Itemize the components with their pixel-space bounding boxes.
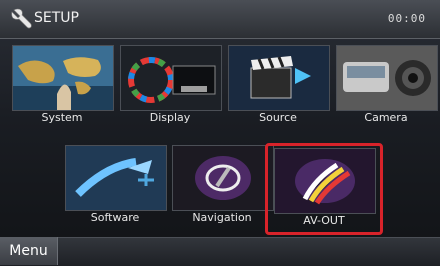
globe-icon <box>13 46 113 110</box>
color-wheel-icon <box>121 46 221 110</box>
source-label: Source <box>259 111 297 124</box>
title-bar: SETUP 00:00 <box>0 0 440 39</box>
navigation-tile[interactable]: Navigation <box>172 145 274 227</box>
system-label: System <box>41 111 83 124</box>
display-tile[interactable]: Display <box>120 45 222 127</box>
software-tile[interactable]: Software <box>65 145 167 227</box>
page-title: SETUP <box>34 10 79 26</box>
camera-tile[interactable]: Camera <box>336 45 438 127</box>
bottom-bar <box>0 237 440 266</box>
navigation-label: Navigation <box>192 211 252 224</box>
selection-highlight <box>265 143 383 235</box>
usb-update-icon <box>66 146 166 210</box>
software-thumbnail <box>65 145 167 211</box>
camera-thumbnail <box>336 45 438 111</box>
clock: 00:00 <box>387 12 426 25</box>
source-thumbnail <box>228 45 330 111</box>
display-thumbnail <box>120 45 222 111</box>
menu-button[interactable]: Menu <box>0 237 58 265</box>
camera-label: Camera <box>364 111 408 124</box>
display-label: Display <box>149 111 191 124</box>
system-tile[interactable]: System <box>12 45 114 127</box>
system-thumbnail <box>12 45 114 111</box>
navigation-icon <box>173 146 273 210</box>
wrench-icon <box>11 8 32 29</box>
source-tile[interactable]: Source <box>228 45 330 127</box>
software-label: Software <box>90 211 140 224</box>
navigation-thumbnail <box>172 145 274 211</box>
camera-car-icon <box>337 46 437 110</box>
clapperboard-icon <box>229 46 329 110</box>
